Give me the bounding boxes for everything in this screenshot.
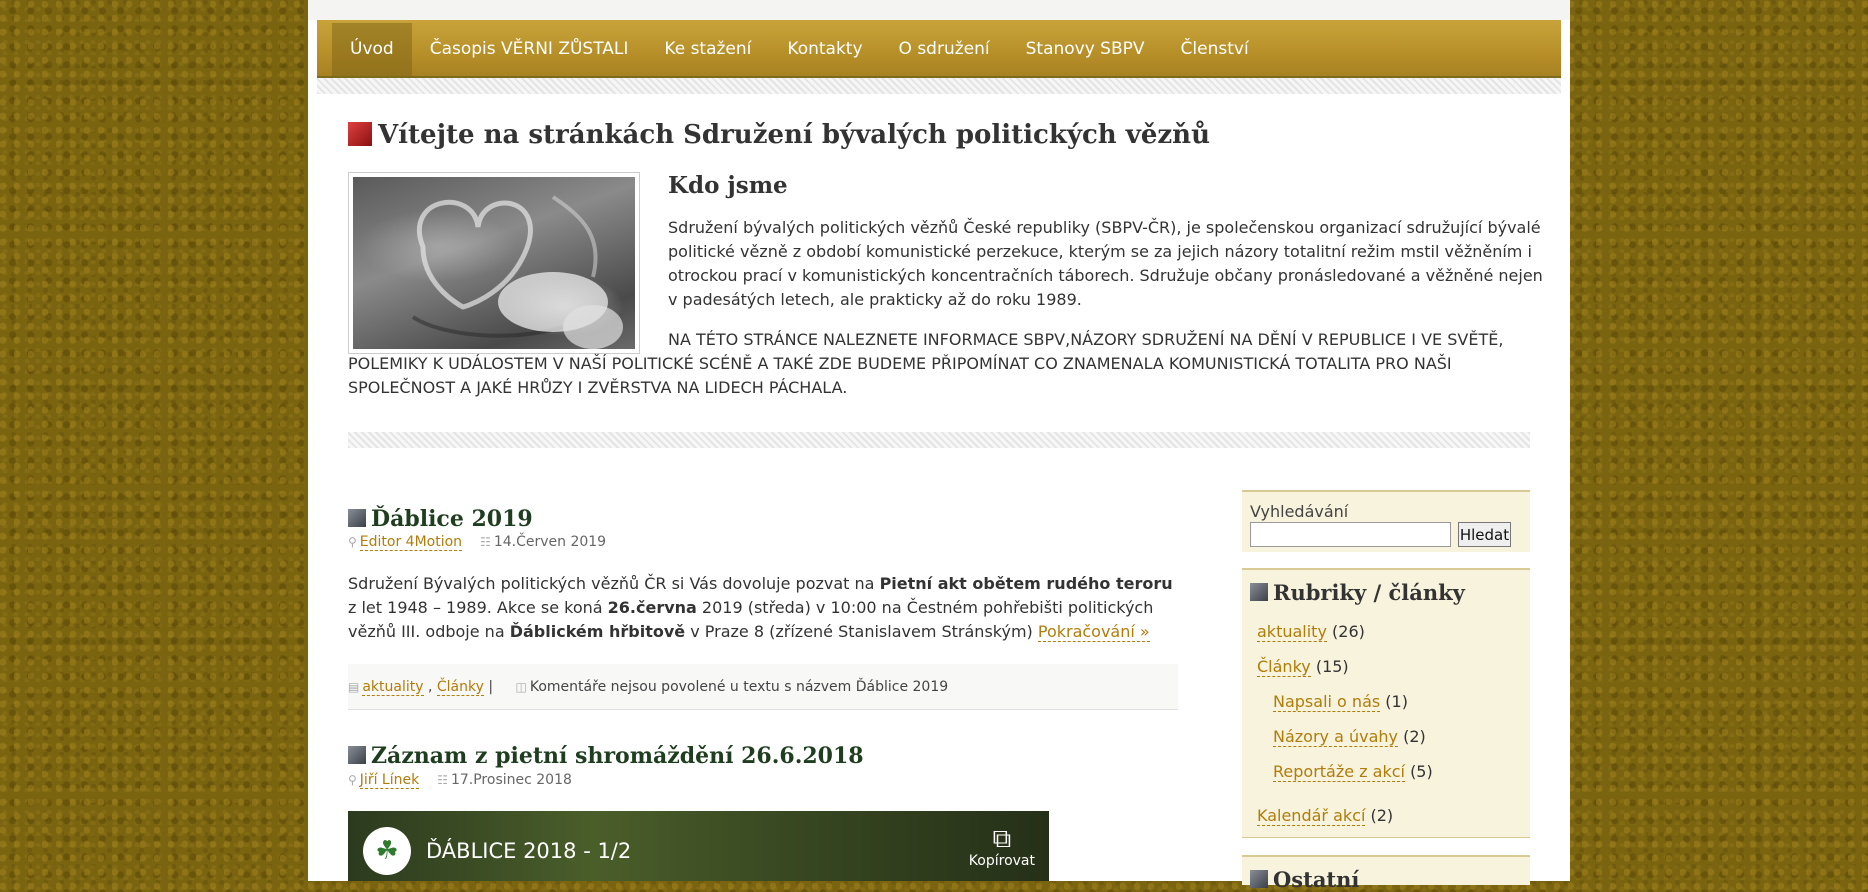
category-link-nazory[interactable]: Názory a úvahy — [1273, 727, 1399, 747]
intro-paragraph-caps: NA TÉTO STRÁNCE NALEZNETE INFORMACE SBPV… — [348, 330, 1504, 397]
main-nav: Úvod Časopis VĚRNI ZŮSTALI Ke stažení Ko… — [317, 20, 1561, 78]
search-input[interactable] — [1250, 522, 1451, 547]
title-bullet-icon — [348, 122, 372, 146]
sand-heart-photo — [353, 177, 635, 349]
category-item: Reportáže z akcí (5) — [1273, 762, 1433, 782]
top-strip — [308, 0, 1570, 20]
post-date: 14.Červen 2019 — [493, 534, 607, 550]
post-title[interactable]: Ďáblice 2019 — [348, 506, 533, 532]
channel-logo-icon: ☘ — [363, 827, 411, 875]
category-link-reportaze[interactable]: Reportáže z akcí — [1273, 762, 1405, 782]
category-link-kalendar[interactable]: Kalendář akcí — [1257, 806, 1366, 826]
nav-item-o-sdruzeni[interactable]: O sdružení — [881, 23, 1008, 76]
post-date: 17.Prosinec 2018 — [450, 772, 572, 788]
widget-bullet-icon — [1250, 870, 1268, 888]
post-author-link[interactable]: Jiří Línek — [359, 772, 420, 789]
copy-link-button[interactable]: ⧉ Kopírovat — [969, 825, 1035, 869]
author-icon: ⚲ — [348, 535, 357, 549]
section-separator — [348, 432, 1530, 448]
post-meta: ⚲ Editor 4Motion ☷ 14.Červen 2019 — [348, 534, 607, 551]
post-author-link[interactable]: Editor 4Motion — [359, 534, 463, 551]
categories-title: Rubriky / články — [1250, 580, 1465, 605]
post-bullet-icon — [348, 509, 366, 527]
post-meta: ⚲ Jiří Línek ☷ 17.Prosinec 2018 — [348, 772, 572, 789]
copy-icon: ⧉ — [992, 824, 1012, 854]
post-category-link-clanky[interactable]: Články — [436, 679, 484, 696]
post-title[interactable]: Záznam z pietní shromáždění 26.6.2018 — [348, 743, 864, 769]
category-icon: ▤ — [348, 680, 360, 694]
page: Úvod Časopis VĚRNI ZŮSTALI Ke stažení Ko… — [308, 0, 1570, 892]
calendar-icon: ☷ — [480, 535, 491, 549]
search-widget: Vyhledávání Hledat — [1242, 490, 1530, 552]
category-link-aktuality[interactable]: aktuality — [1257, 622, 1327, 642]
category-item: Názory a úvahy (2) — [1273, 727, 1426, 747]
nav-item-stanovy[interactable]: Stanovy SBPV — [1008, 23, 1163, 76]
calendar-icon: ☷ — [437, 773, 448, 787]
nav-item-clenstvi[interactable]: Členství — [1163, 23, 1267, 76]
comments-status: Komentáře nejsou povolené u textu s názv… — [529, 679, 949, 695]
search-label: Vyhledávání — [1250, 502, 1349, 521]
search-button[interactable]: Hledat — [1458, 522, 1511, 547]
intro-image — [348, 172, 640, 354]
category-link-napsali[interactable]: Napsali o nás — [1273, 692, 1381, 712]
video-title: ĎÁBLICE 2018 - 1/2 — [426, 839, 632, 863]
nav-shadow — [317, 78, 1561, 94]
category-link-clanky[interactable]: Články — [1257, 657, 1311, 677]
nav-item-kontakty[interactable]: Kontakty — [769, 23, 880, 76]
category-item: Kalendář akcí (2) — [1257, 806, 1394, 826]
nav-item-ke-stazeni[interactable]: Ke stažení — [646, 23, 769, 76]
author-icon: ⚲ — [348, 773, 357, 787]
nav-item-uvod[interactable]: Úvod — [332, 23, 412, 76]
nav-item-casopis[interactable]: Časopis VĚRNI ZŮSTALI — [412, 23, 647, 76]
page-title: Vítejte na stránkách Sdružení bývalých p… — [348, 120, 1210, 150]
category-item: Články (15) — [1257, 657, 1349, 677]
read-more-link[interactable]: Pokračování » — [1037, 622, 1150, 642]
category-item: Napsali o nás (1) — [1273, 692, 1408, 712]
post-bullet-icon — [348, 746, 366, 764]
widget-bullet-icon — [1250, 583, 1268, 601]
video-embed[interactable]: ☘ ĎÁBLICE 2018 - 1/2 ⧉ Kopírovat — [348, 811, 1049, 881]
category-item: aktuality (26) — [1257, 622, 1365, 642]
section-heading-kdo-jsme: Kdo jsme — [668, 172, 788, 199]
categories-widget: Rubriky / články aktuality (26) Články (… — [1242, 568, 1530, 838]
other-title: Ostatní — [1250, 867, 1359, 892]
comment-icon: ◫ — [515, 680, 527, 694]
post-excerpt: Sdružení Bývalých politických vězňů ČR s… — [348, 574, 1173, 642]
post-category-link-aktuality[interactable]: aktuality — [362, 679, 424, 696]
post-footer: ▤ aktuality , Články | ◫ Komentáře nejsou … — [348, 664, 1178, 710]
intro-paragraph: Sdružení bývalých politických vězňů Česk… — [668, 218, 1543, 309]
sand-heart-drawing — [411, 195, 623, 349]
